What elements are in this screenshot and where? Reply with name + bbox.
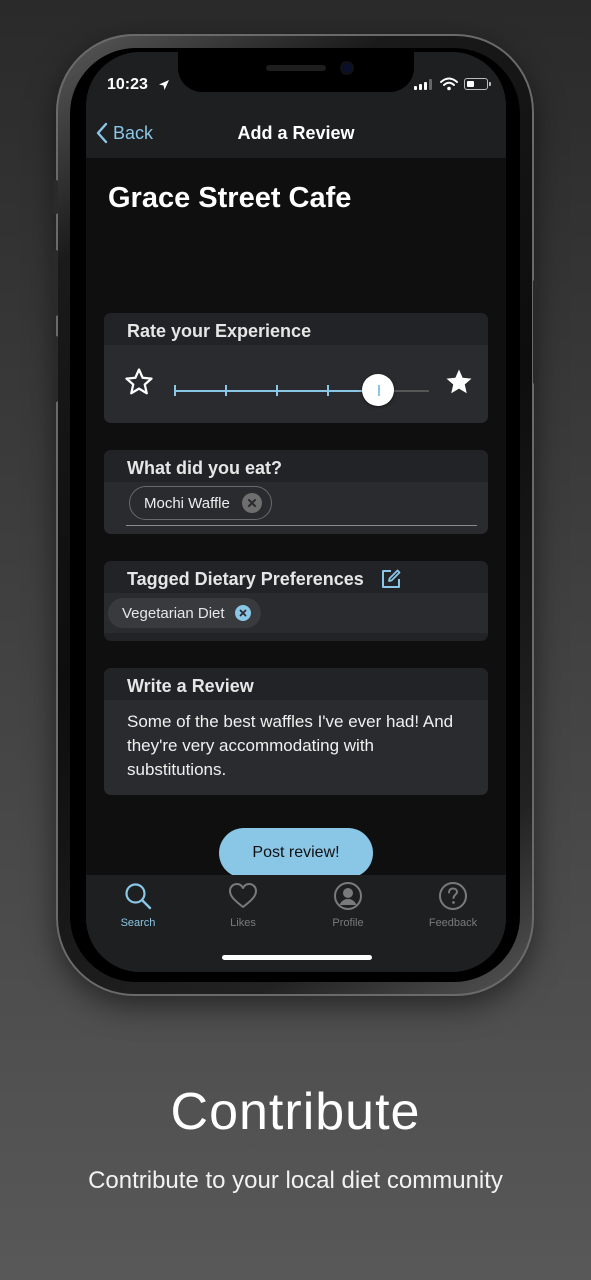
notch <box>178 52 414 92</box>
rating-card: Rate your Experience <box>104 313 488 423</box>
navigation-bar: Back Add a Review <box>86 118 506 158</box>
tab-search-label: Search <box>120 917 156 929</box>
review-textarea[interactable]: Some of the best waffles I've ever had! … <box>104 700 488 795</box>
marketing-subheadline: Contribute to your local diet community <box>88 1167 503 1194</box>
heart-icon <box>229 883 257 908</box>
phone-screen: 10:23 Back Add a Review Grace Street Caf… <box>86 52 506 972</box>
food-card: What did you eat? Mochi Waffle <box>104 450 488 534</box>
diet-tags-row: Vegetarian Diet <box>104 593 488 633</box>
volume-down-button <box>53 336 58 402</box>
rating-header: Rate your Experience <box>104 313 488 345</box>
slider-tick <box>174 385 176 396</box>
tab-bar: Search Likes Profile Feedback <box>86 875 506 972</box>
marketing-headline: Contribute <box>170 1083 421 1141</box>
rating-slider-row <box>104 345 488 423</box>
slider-tick <box>225 385 227 396</box>
location-arrow-icon <box>159 80 169 90</box>
star-filled-icon <box>446 369 472 394</box>
edit-diet-button[interactable] <box>380 568 402 590</box>
diet-header: Tagged Dietary Preferences <box>104 561 488 593</box>
restaurant-name: Grace Street Cafe <box>108 182 352 214</box>
tab-feedback[interactable]: Feedback <box>413 881 493 929</box>
edit-icon <box>381 569 401 588</box>
close-icon <box>247 499 256 507</box>
slider-tick <box>378 385 380 396</box>
slider-tick <box>276 385 278 396</box>
power-button <box>533 280 538 384</box>
review-header: Write a Review <box>104 668 488 700</box>
food-chip-label: Mochi Waffle <box>144 494 230 512</box>
status-time: 10:23 <box>107 76 148 93</box>
speaker-grille <box>266 65 326 71</box>
tab-feedback-label: Feedback <box>428 917 478 929</box>
tab-likes[interactable]: Likes <box>203 881 283 929</box>
diet-card: Tagged Dietary Preferences Vegetarian Di… <box>104 561 488 641</box>
close-icon <box>239 609 246 617</box>
food-chip: Mochi Waffle <box>129 486 272 520</box>
wifi-icon <box>440 77 458 91</box>
post-review-button[interactable]: Post review! <box>219 828 373 878</box>
input-underline <box>126 525 477 526</box>
diet-chip-label: Vegetarian Diet <box>122 604 225 622</box>
slider-tick <box>327 385 329 396</box>
tab-profile[interactable]: Profile <box>308 881 388 929</box>
mute-switch <box>53 180 58 214</box>
review-form: Grace Street Cafe Rate your Experience W… <box>86 158 506 878</box>
tab-search[interactable]: Search <box>98 881 178 929</box>
remove-diet-button[interactable] <box>234 605 251 621</box>
volume-up-button <box>53 250 58 316</box>
battery-icon <box>464 78 491 90</box>
diet-chip: Vegetarian Diet <box>108 598 261 628</box>
page-title: Add a Review <box>237 123 355 143</box>
cellular-signal-icon <box>414 79 432 90</box>
food-input[interactable]: Mochi Waffle <box>104 482 488 534</box>
tab-likes-label: Likes <box>230 917 256 929</box>
front-camera <box>342 63 352 73</box>
help-icon <box>439 882 467 910</box>
review-card: Write a Review Some of the best waffles … <box>104 668 488 795</box>
star-outline-icon <box>125 368 153 395</box>
diet-header-label: Tagged Dietary Preferences <box>127 568 364 589</box>
tab-profile-label: Profile <box>332 917 364 929</box>
profile-icon <box>334 882 362 910</box>
home-indicator <box>222 955 372 960</box>
food-header: What did you eat? <box>104 450 488 482</box>
search-icon <box>125 883 152 910</box>
remove-food-button[interactable] <box>241 493 262 513</box>
